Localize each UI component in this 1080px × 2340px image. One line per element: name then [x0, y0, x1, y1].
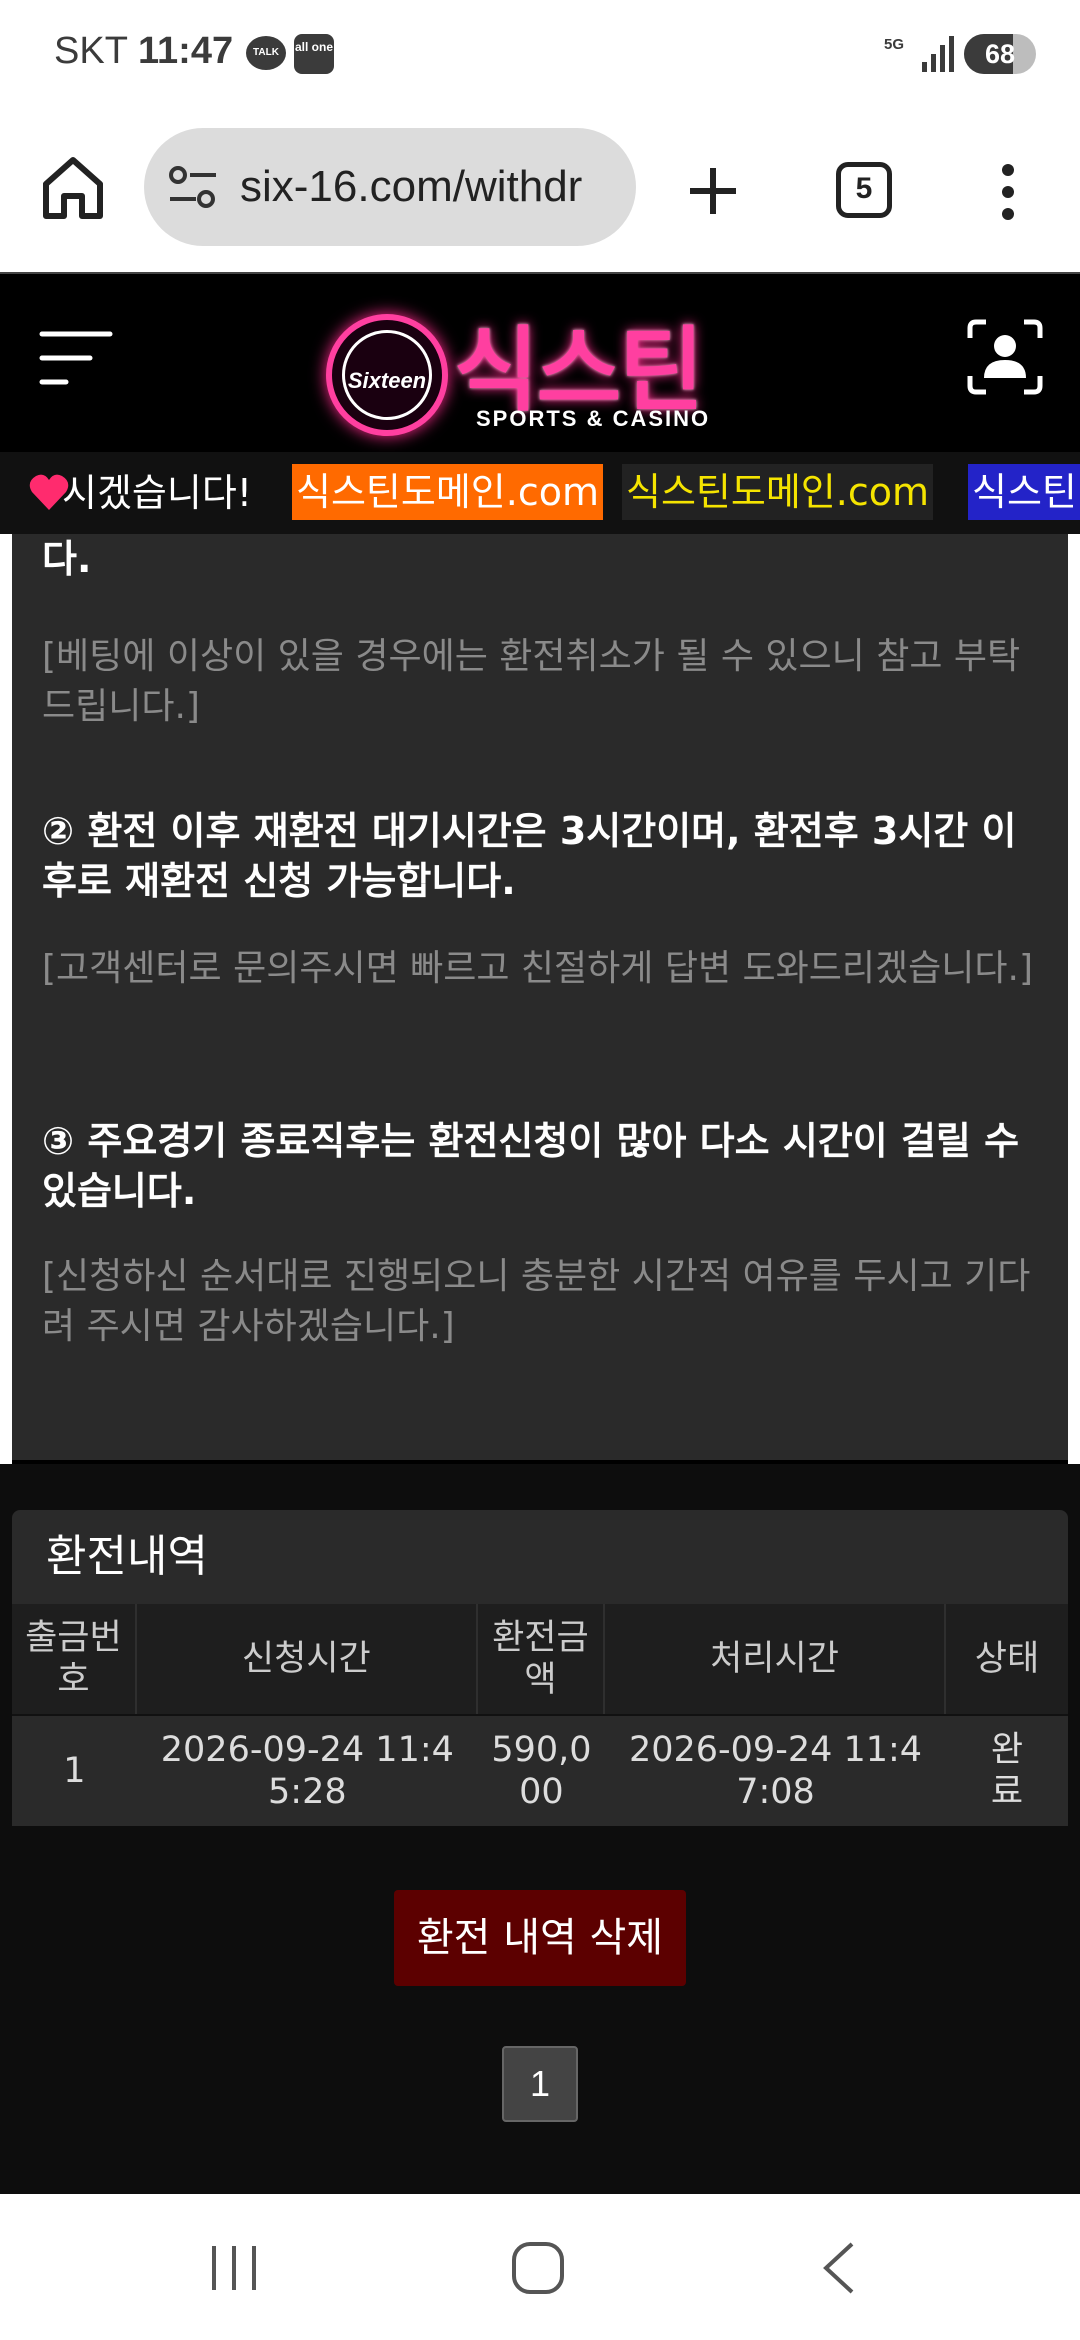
tab-switcher-button[interactable]: 5	[836, 162, 892, 218]
ticker-domain[interactable]: 식스틴도메인.com	[292, 464, 603, 520]
carrier-label: SKT	[54, 30, 128, 72]
browser-toolbar: six-16.com/withdr 5	[0, 110, 1080, 272]
home-icon[interactable]	[38, 152, 108, 222]
delete-history-button[interactable]: 환전 내역 삭제	[394, 1890, 686, 1986]
history-header: 환전내역	[12, 1510, 1068, 1604]
clock: 11:47	[138, 30, 234, 72]
table-header-row: 출금번호 신청시간 환전금액 처리시간 상태	[12, 1604, 1068, 1714]
logo-emblem-text: Sixteen	[347, 368, 427, 393]
notice-item-3-note: [신청하신 순서대로 진행되오니 충분한 시간적 여유를 두시고 기다려 주시면…	[42, 1256, 1031, 1347]
notice-item-2-note: [고객센터로 문의주시면 빠르고 친절하게 답변 도와드리겠습니다.]	[42, 948, 1033, 989]
address-bar[interactable]: six-16.com/withdr	[144, 128, 636, 246]
notice-item-3-title: ③ 주요경기 종료직후는 환전신청이 많아 다소 시간이 걸릴 수 있습니다.	[42, 1119, 1020, 1213]
ticker-text: 시겠습니다!	[62, 471, 253, 515]
ticker-domain[interactable]: 식스틴	[968, 464, 1080, 520]
column-header: 출금번호	[12, 1604, 137, 1714]
allone-notification-icon: all one	[294, 34, 334, 74]
logo-subtitle: SPORTS & CASINO	[476, 406, 711, 431]
url-text[interactable]: six-16.com/withdr	[240, 128, 582, 246]
signal-icon	[922, 36, 954, 72]
plus-icon[interactable]	[684, 162, 742, 220]
battery-percent: 68	[984, 39, 1016, 69]
notice-item-2-title: ② 환전 이후 재환전 대기시간은 3시간이며, 환전후 3시간 이후로 재환전…	[42, 809, 1017, 903]
cell-status: 완료	[946, 1714, 1068, 1826]
back-icon[interactable]	[818, 2238, 858, 2298]
announcement-ticker: 시겠습니다! 식스틴도메인.com 식스틴도메인.com 식스틴	[0, 452, 1080, 534]
site-settings-icon[interactable]	[166, 163, 220, 211]
column-header: 처리시간	[605, 1604, 946, 1714]
cell-amount: 590,000	[477, 1714, 606, 1826]
hamburger-menu-icon[interactable]	[38, 326, 114, 390]
system-navigation-bar	[0, 2194, 1080, 2340]
home-nav-icon[interactable]	[508, 2238, 568, 2298]
pagination-page-button[interactable]: 1	[502, 2046, 578, 2122]
site-logo[interactable]: Sixteen 식스틴 SPORTS & CASINO	[318, 302, 758, 436]
status-bar: SKT 11:47 TALK all one 5G 68	[0, 0, 1080, 110]
profile-scan-icon[interactable]	[966, 318, 1044, 396]
cell-requested-time: 2026-09-24 11:45:28	[136, 1714, 478, 1826]
column-header: 상태	[946, 1604, 1068, 1714]
notice-item-1-tail: 다.	[42, 537, 92, 581]
network-type-label: 5G	[884, 36, 905, 53]
cell-number: 1	[12, 1714, 137, 1826]
column-header: 환전금액	[477, 1604, 606, 1714]
table-row: 1 2026-09-24 11:45:28 590,000 2026-09-24…	[12, 1714, 1068, 1826]
recent-apps-icon[interactable]	[206, 2240, 262, 2296]
more-menu-icon[interactable]	[990, 160, 1026, 224]
history-title: 환전내역	[46, 1531, 208, 1582]
divider	[12, 1460, 1068, 1464]
notice-item-1-note: [베팅에 이상이 있을 경우에는 환전취소가 될 수 있으니 참고 부탁드립니다…	[42, 636, 1021, 727]
site-header: Sixteen 식스틴 SPORTS & CASINO	[0, 272, 1080, 454]
ticker-domain[interactable]: 식스틴도메인.com	[622, 464, 933, 520]
withdrawal-notice: 다. [베팅에 이상이 있을 경우에는 환전취소가 될 수 있으니 참고 부탁드…	[12, 534, 1068, 1464]
withdrawal-history-table: 출금번호 신청시간 환전금액 처리시간 상태 1 2026-09-24 11:4…	[12, 1604, 1068, 1826]
battery-icon: 68	[964, 34, 1036, 74]
logo-emblem: Sixteen	[326, 314, 448, 436]
talk-notification-icon: TALK	[246, 36, 286, 70]
column-header: 신청시간	[136, 1604, 478, 1714]
heart-icon	[29, 474, 69, 510]
cell-processed-time: 2026-09-24 11:47:08	[605, 1714, 946, 1826]
